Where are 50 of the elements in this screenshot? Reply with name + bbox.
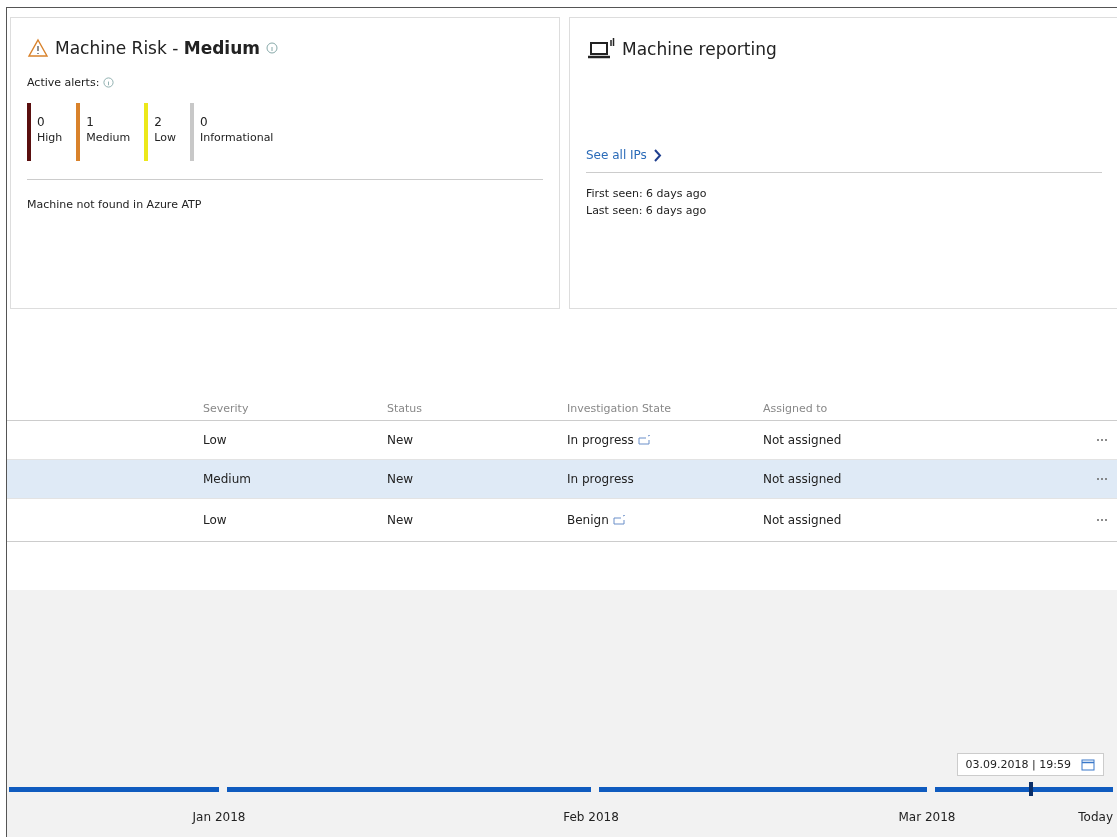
warning-icon	[27, 38, 49, 58]
active-alerts-label: Active alerts:	[27, 76, 100, 89]
column-header[interactable]: Investigation State	[567, 402, 763, 415]
column-header[interactable]: Severity	[203, 402, 387, 415]
info-icon[interactable]	[103, 77, 115, 88]
edit-icon[interactable]	[637, 435, 651, 445]
table-cell-text: Low	[203, 513, 228, 527]
slider-handle[interactable]	[1029, 782, 1034, 796]
last-seen-text: Last seen: 6 days ago	[586, 204, 708, 217]
alert-count: 0	[37, 115, 46, 129]
table-cell-text: Not assigned	[763, 472, 843, 486]
severity-label: Medium	[86, 131, 131, 144]
severity-label: Low	[154, 131, 176, 144]
table-row[interactable]: Low New Benign Not assigned	[7, 499, 1117, 541]
timeline-label: Feb 2018	[563, 810, 619, 826]
table-row[interactable]: Medium New In progress Not assigned	[7, 460, 1117, 499]
card-title: Machine Risk - Medium	[55, 38, 260, 58]
laptop-icon	[586, 38, 616, 60]
timeline-label: Mar 2018	[898, 810, 956, 826]
status-note: Machine not found in Azure ATP	[27, 198, 203, 211]
column-header[interactable]: Status	[387, 402, 567, 415]
table-cell: In progress	[567, 433, 634, 447]
timeline-label: Today	[1078, 810, 1113, 826]
severity-label: Informational	[199, 131, 274, 144]
table-cell-text: Medium	[203, 472, 252, 486]
timeline-label: Jan 2018	[192, 810, 246, 826]
more-icon[interactable]	[1096, 438, 1108, 442]
table-cell-text: Not assigned	[763, 433, 843, 447]
severity-label: High	[37, 131, 63, 144]
alert-count: 1	[86, 115, 95, 129]
table-cell: Benign	[567, 513, 609, 527]
edit-icon[interactable]	[612, 515, 626, 525]
calendar-icon[interactable]	[1081, 758, 1095, 771]
alert-count: 2	[154, 115, 163, 129]
card-title: Machine reporting	[622, 39, 777, 59]
table-cell-text: Not assigned	[763, 513, 843, 527]
more-icon[interactable]	[1096, 518, 1108, 522]
chevron-right-icon[interactable]	[652, 148, 662, 162]
date-time-field[interactable]: 03.09.2018 | 19:59	[956, 753, 1104, 776]
see-all-ips-link[interactable]: See all IPs	[586, 148, 662, 162]
more-icon[interactable]	[1096, 477, 1108, 481]
first-seen-text: First seen: 6 days ago	[586, 187, 708, 200]
table-cell: In progress	[567, 472, 634, 486]
table-cell-text: New	[387, 433, 415, 447]
table-cell-text: New	[387, 472, 415, 486]
table-cell-text: Low	[203, 433, 228, 447]
column-header[interactable]: Assigned to	[763, 402, 913, 415]
table-cell-text: New	[387, 513, 415, 527]
info-icon[interactable]	[266, 42, 278, 54]
alert-count: 0	[199, 115, 209, 129]
